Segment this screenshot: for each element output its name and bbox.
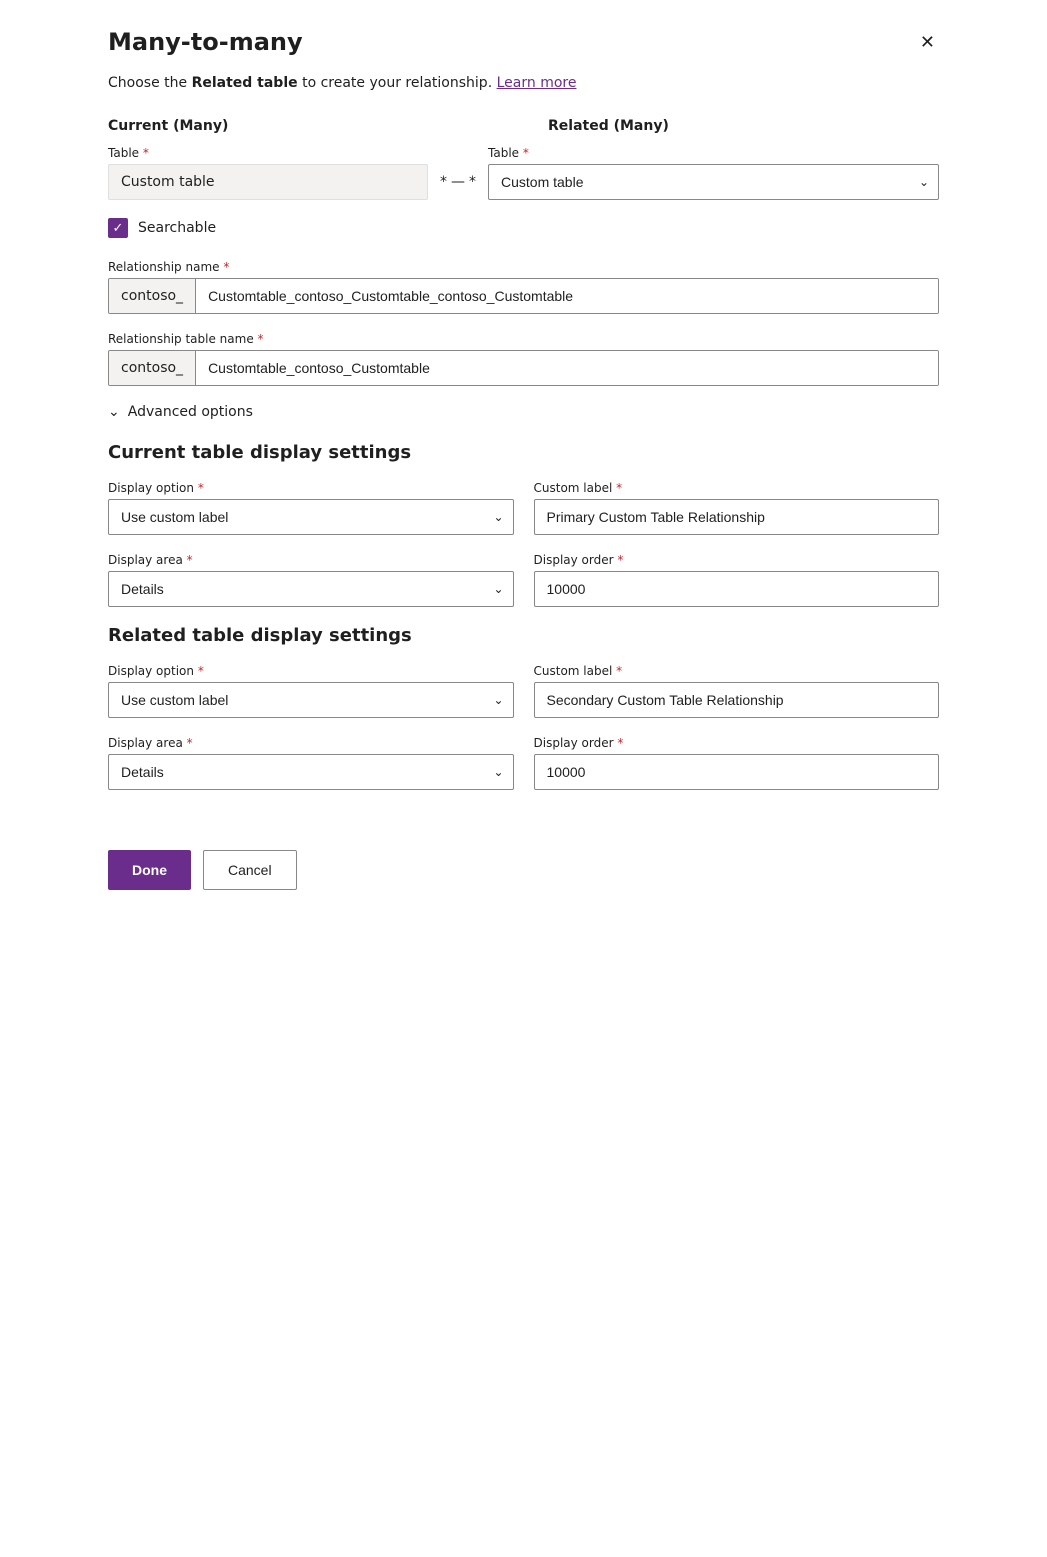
related-display-order-input[interactable] bbox=[534, 754, 940, 790]
column-headers: Current (Many) Related (Many) bbox=[108, 118, 939, 140]
related-display-section: Related table display settings Display o… bbox=[108, 625, 939, 790]
related-display-area-group: Display area * Details Sales Marketing S… bbox=[108, 736, 514, 790]
relationship-name-input[interactable] bbox=[196, 279, 938, 313]
cancel-button[interactable]: Cancel bbox=[203, 850, 297, 890]
current-required-star: * bbox=[143, 146, 149, 160]
current-display-section: Current table display settings Display o… bbox=[108, 442, 939, 607]
subtitle-end: to create your relationship. bbox=[298, 75, 493, 91]
relationship-table-name-prefix: contoso_ bbox=[109, 351, 196, 385]
related-table-group: Table * Custom table Account Contact Lea… bbox=[488, 146, 939, 200]
relationship-name-group: Relationship name * contoso_ bbox=[108, 260, 939, 314]
related-display-area-label: Display area * bbox=[108, 736, 514, 750]
related-display-option-label: Display option * bbox=[108, 664, 514, 678]
current-display-order-label: Display order * bbox=[534, 553, 940, 567]
advanced-options-toggle[interactable]: ⌄ Advanced options bbox=[108, 404, 939, 420]
star-left: * bbox=[440, 174, 447, 190]
learn-more-link[interactable]: Learn more bbox=[497, 75, 577, 91]
check-icon: ✓ bbox=[113, 222, 124, 235]
rel-table-name-required: * bbox=[258, 332, 264, 346]
current-display-area-label: Display area * bbox=[108, 553, 514, 567]
current-display-area-group: Display area * Details Sales Marketing S… bbox=[108, 553, 514, 607]
relationship-table-name-input[interactable] bbox=[196, 351, 938, 385]
related-custom-label-label: Custom label * bbox=[534, 664, 940, 678]
related-display-option-row: Display option * Use custom label Do not… bbox=[108, 664, 939, 718]
related-display-title: Related table display settings bbox=[108, 625, 939, 646]
relationship-table-name-input-wrapper: contoso_ bbox=[108, 350, 939, 386]
dialog-header: Many-to-many ✕ bbox=[108, 28, 939, 57]
related-display-area-wrapper: Details Sales Marketing Service ⌄ bbox=[108, 754, 514, 790]
star-right: * bbox=[469, 174, 476, 190]
close-button[interactable]: ✕ bbox=[916, 28, 939, 57]
related-custom-label-group: Custom label * bbox=[534, 664, 940, 718]
current-display-order-input[interactable] bbox=[534, 571, 940, 607]
current-display-area-select[interactable]: Details Sales Marketing Service bbox=[108, 571, 514, 607]
related-table-select-wrapper: Custom table Account Contact Lead ⌄ bbox=[488, 164, 939, 200]
connector: * — * bbox=[428, 156, 488, 190]
current-custom-label-group: Custom label * bbox=[534, 481, 940, 535]
advanced-chevron-icon: ⌄ bbox=[108, 404, 120, 420]
dialog-title: Many-to-many bbox=[108, 28, 303, 56]
current-display-option-select[interactable]: Use custom label Do not display Use plur… bbox=[108, 499, 514, 535]
current-display-option-group: Display option * Use custom label Do not… bbox=[108, 481, 514, 535]
current-custom-label-input[interactable] bbox=[534, 499, 940, 535]
current-display-option-row: Display option * Use custom label Do not… bbox=[108, 481, 939, 535]
current-display-option-label: Display option * bbox=[108, 481, 514, 495]
related-display-order-group: Display order * bbox=[534, 736, 940, 790]
related-custom-label-input[interactable] bbox=[534, 682, 940, 718]
table-selection-row: Table * Custom table * — * Table * Custo… bbox=[108, 146, 939, 200]
advanced-options-label: Advanced options bbox=[128, 404, 253, 420]
current-col-header: Current (Many) bbox=[108, 118, 428, 140]
related-heading: Related (Many) bbox=[548, 118, 939, 134]
current-custom-label-label: Custom label * bbox=[534, 481, 940, 495]
subtitle: Choose the Related table to create your … bbox=[108, 73, 939, 94]
related-required-star: * bbox=[523, 146, 529, 160]
searchable-label: Searchable bbox=[138, 220, 216, 236]
relationship-table-name-label: Relationship table name * bbox=[108, 332, 939, 346]
rel-name-required: * bbox=[223, 260, 229, 274]
close-icon: ✕ bbox=[920, 32, 935, 53]
current-display-order-group: Display order * bbox=[534, 553, 940, 607]
current-display-option-wrapper: Use custom label Do not display Use plur… bbox=[108, 499, 514, 535]
relationship-name-prefix: contoso_ bbox=[109, 279, 196, 313]
current-display-area-row: Display area * Details Sales Marketing S… bbox=[108, 553, 939, 607]
current-table-label: Table * bbox=[108, 146, 428, 160]
relationship-name-label: Relationship name * bbox=[108, 260, 939, 274]
relationship-table-name-group: Relationship table name * contoso_ bbox=[108, 332, 939, 386]
subtitle-bold: Related table bbox=[192, 75, 298, 91]
current-table-group: Table * Custom table bbox=[108, 146, 428, 200]
current-display-title: Current table display settings bbox=[108, 442, 939, 463]
related-display-option-wrapper: Use custom label Do not display Use plur… bbox=[108, 682, 514, 718]
current-display-area-wrapper: Details Sales Marketing Service ⌄ bbox=[108, 571, 514, 607]
current-heading: Current (Many) bbox=[108, 118, 428, 134]
related-display-option-group: Display option * Use custom label Do not… bbox=[108, 664, 514, 718]
related-table-select[interactable]: Custom table Account Contact Lead bbox=[488, 164, 939, 200]
done-button[interactable]: Done bbox=[108, 850, 191, 890]
related-display-area-row: Display area * Details Sales Marketing S… bbox=[108, 736, 939, 790]
related-table-label: Table * bbox=[488, 146, 939, 160]
searchable-checkbox[interactable]: ✓ bbox=[108, 218, 128, 238]
related-col-header: Related (Many) bbox=[548, 118, 939, 140]
dialog-footer: Done Cancel bbox=[108, 830, 939, 890]
dash: — bbox=[451, 174, 465, 190]
current-table-value: Custom table bbox=[108, 164, 428, 200]
related-display-order-label: Display order * bbox=[534, 736, 940, 750]
relationship-name-input-wrapper: contoso_ bbox=[108, 278, 939, 314]
searchable-row: ✓ Searchable bbox=[108, 218, 939, 238]
related-display-area-select[interactable]: Details Sales Marketing Service bbox=[108, 754, 514, 790]
related-display-option-select[interactable]: Use custom label Do not display Use plur… bbox=[108, 682, 514, 718]
subtitle-text: Choose the bbox=[108, 75, 192, 91]
